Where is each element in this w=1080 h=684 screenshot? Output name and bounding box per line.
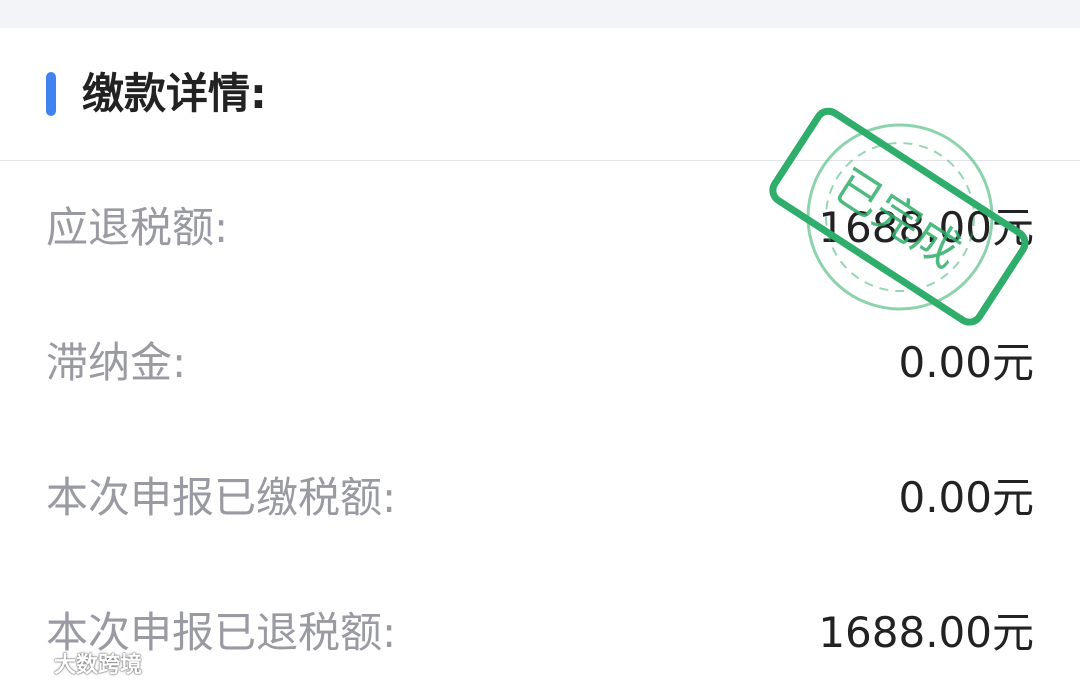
row-value: 1688.00元 (818, 608, 1034, 657)
row-label: 本次申报已缴税额: (46, 473, 397, 522)
page: 缴款详情: 应退税额: 1688.00元 滞纳金: 0.00元 本次申报已缴税额… (0, 0, 1080, 684)
watermark-text: 大数跨境 (54, 653, 143, 678)
row-value: 1688.00元 (818, 203, 1034, 252)
row-label: 滞纳金: (46, 338, 187, 387)
row-late-fee: 滞纳金: 0.00元 (0, 323, 1080, 403)
row-label: 应退税额: (46, 203, 229, 252)
watermark: 大数跨境 (8, 648, 142, 678)
row-value: 0.00元 (898, 338, 1034, 387)
row-tax-refunded: 本次申报已退税额: 1688.00元 (0, 593, 1080, 673)
row-refund-due: 应退税额: 1688.00元 (0, 188, 1080, 268)
logo-icon (9, 652, 48, 673)
row-tax-paid: 本次申报已缴税额: 0.00元 (0, 458, 1080, 538)
payment-details-card: 缴款详情: 应退税额: 1688.00元 滞纳金: 0.00元 本次申报已缴税额… (0, 28, 1080, 684)
section-header: 缴款详情: (0, 28, 1080, 161)
accent-bar (46, 72, 56, 116)
section-title: 缴款详情: (82, 69, 267, 118)
row-value: 0.00元 (898, 473, 1034, 522)
